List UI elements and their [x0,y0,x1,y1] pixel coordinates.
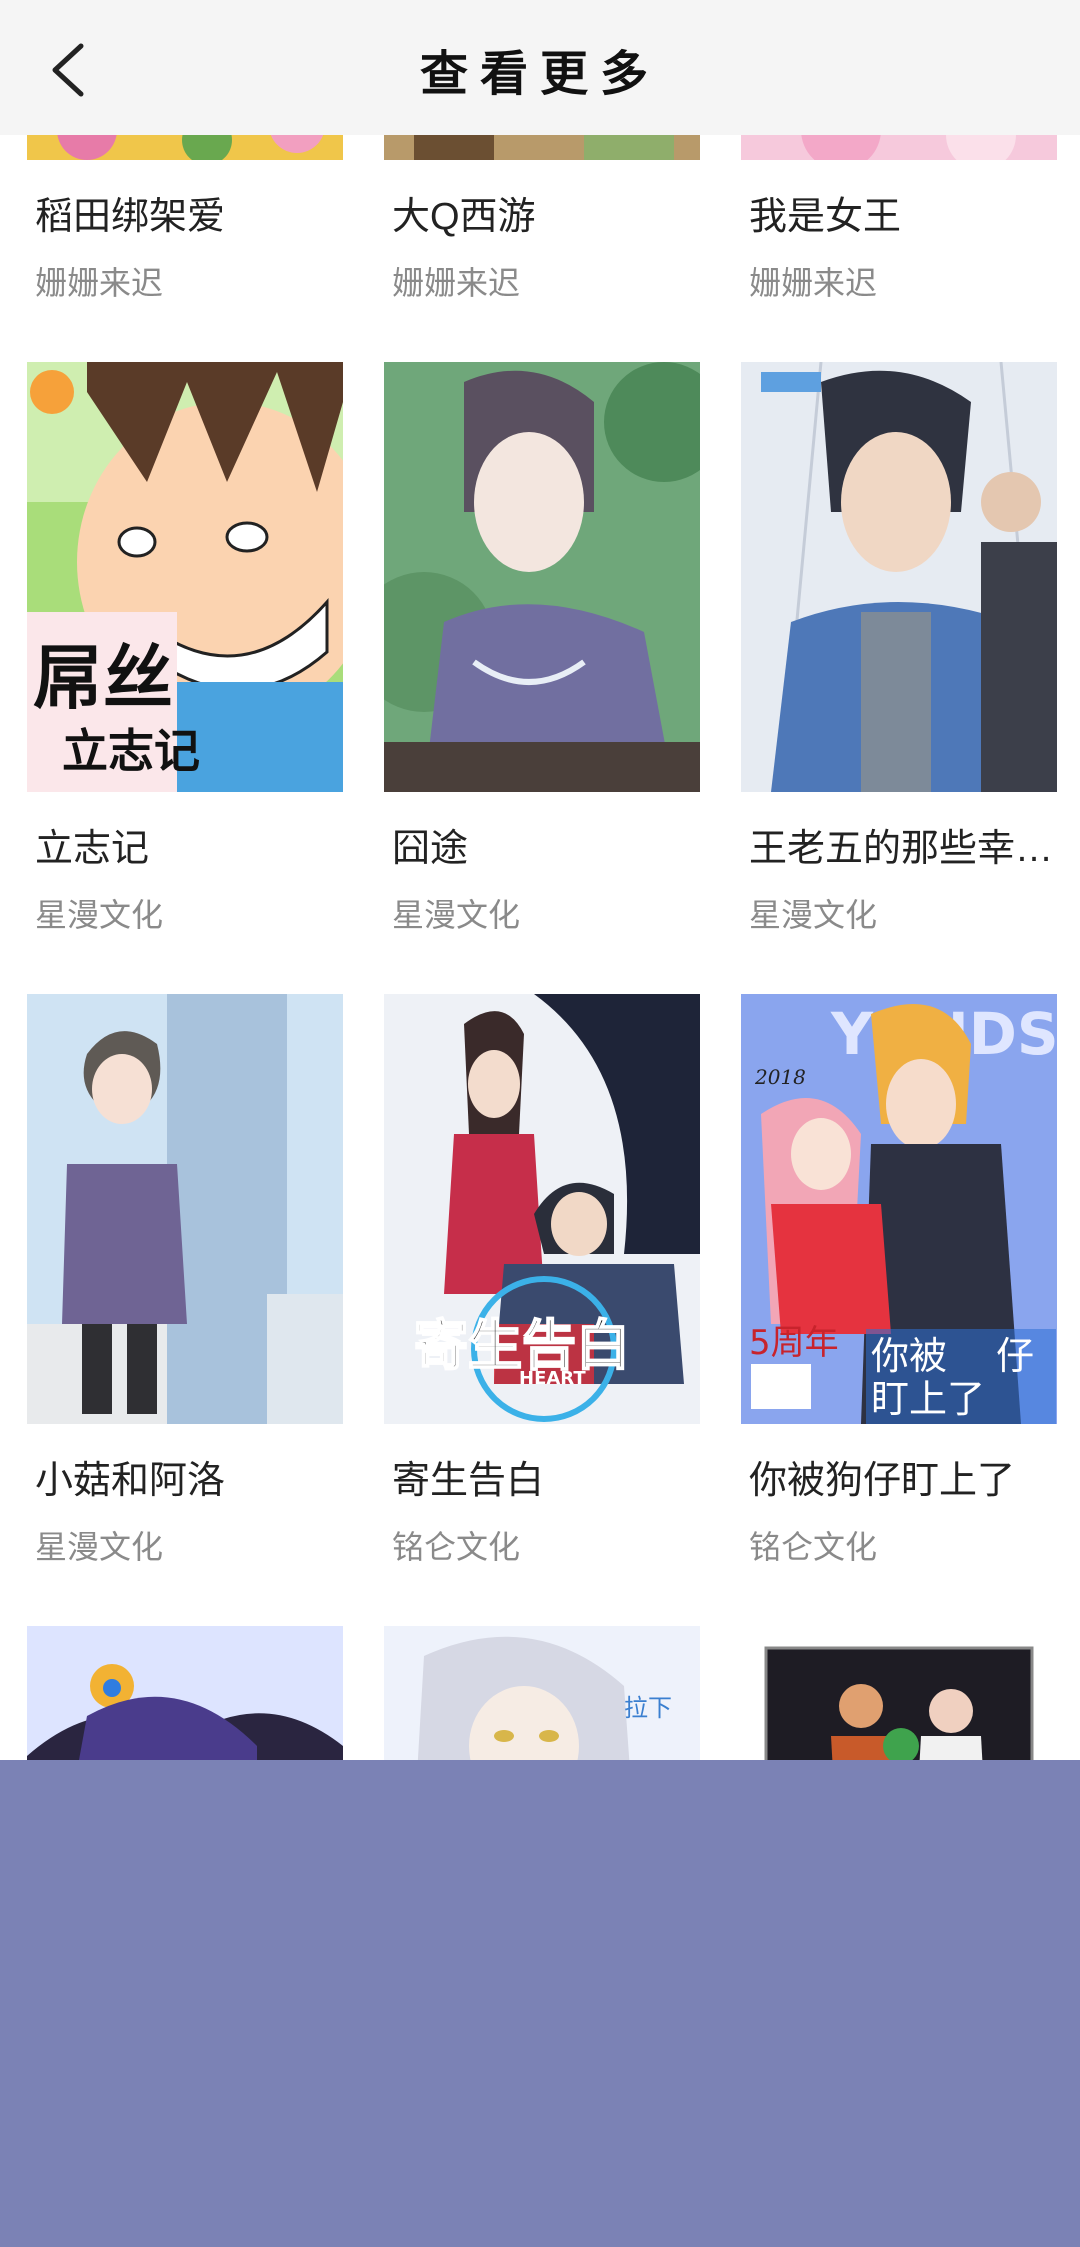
cover-text: 2018 [754,1065,806,1089]
comic-grid: 稻田绑架爱 姗姗来迟 大Q西游 姗姗来迟 我是女王 姗姗来迟 屌丝 立志记 立志… [0,0,1080,1760]
comic-title: 稻田绑架爱 [35,196,226,238]
cover-text: 仔 [996,1334,1034,1378]
comic-cover [27,1626,343,1760]
comic-cover [27,994,343,1424]
cover-text: 屌丝 [33,637,173,719]
comic-card[interactable]: 寄生告白 HEART 寄生告白 铭仑文化 [384,994,700,1594]
comic-card[interactable]: 王老五的那些幸… 星漫文化 [741,362,1057,962]
comic-author: 铭仑文化 [749,1529,878,1565]
cover-text: 你被 [871,1334,947,1378]
comic-cover: YONDS 2018 5周年 你被 仔 盯上了 [741,994,1057,1424]
comic-cover [741,1626,1057,1760]
cover-text: 5周年 [749,1323,839,1363]
comic-title: 大Q西游 [392,196,536,238]
comic-author: 星漫文化 [35,897,164,933]
comic-card[interactable]: 拉下 [384,1626,700,1760]
comic-author: 星漫文化 [35,1529,164,1565]
comic-cover: 屌丝 立志记 [27,362,343,792]
comic-title: 小菇和阿洛 [35,1460,226,1502]
cover-text: 立志记 [62,724,200,778]
comic-card[interactable]: 小菇和阿洛 星漫文化 [27,994,343,1594]
comic-title: 王老五的那些幸… [749,828,1054,870]
comic-cover: 寄生告白 HEART [384,994,700,1424]
comic-cover [741,362,1057,792]
bottom-overlay [0,1760,1080,2247]
comic-title: 囧途 [392,828,469,870]
cover-text: 拉下 [624,1694,672,1722]
comic-card[interactable]: 屌丝 立志记 立志记 星漫文化 [27,362,343,962]
comic-title: 立志记 [35,828,150,870]
cover-text: 盯上了 [871,1377,985,1421]
comic-author: 姗姗来迟 [392,265,521,301]
comic-author: 星漫文化 [749,897,878,933]
comic-card[interactable] [27,1626,343,1760]
comic-card[interactable] [741,1626,1057,1760]
comic-card[interactable]: YONDS 2018 5周年 你被 仔 盯上了 你被狗仔盯上了 铭仑文化 [741,994,1057,1594]
comic-card[interactable]: 囧途 星漫文化 [384,362,700,962]
comic-author: 铭仑文化 [392,1529,521,1565]
comic-author: 姗姗来迟 [749,265,878,301]
top-bar: 查看更多 [0,0,1080,135]
comic-author: 星漫文化 [392,897,521,933]
comic-title: 我是女王 [749,196,902,238]
comic-title: 你被狗仔盯上了 [749,1460,1016,1502]
comic-author: 姗姗来迟 [35,265,164,301]
comic-title: 寄生告白 [392,1460,545,1502]
comic-cover: 拉下 [384,1626,700,1760]
comic-cover [384,362,700,792]
page-title: 查看更多 [419,46,660,102]
cover-text: HEART [519,1368,586,1389]
